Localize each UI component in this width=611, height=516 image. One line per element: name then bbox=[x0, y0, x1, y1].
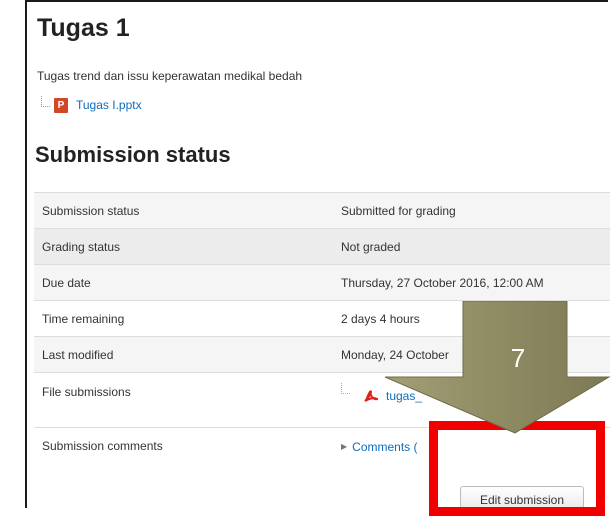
table-row: File submissions tugas_ bbox=[34, 372, 610, 428]
row-value: 2 days 4 hours bbox=[333, 300, 610, 337]
row-label: Time remaining bbox=[34, 300, 333, 337]
attachment-link[interactable]: Tugas I.pptx bbox=[76, 98, 142, 112]
file-submissions-cell: tugas_ bbox=[333, 372, 610, 428]
edit-submission-button[interactable]: Edit submission bbox=[460, 486, 584, 514]
powerpoint-file-icon: P bbox=[54, 97, 68, 113]
row-label: Grading status bbox=[34, 228, 333, 265]
tree-connector bbox=[341, 382, 350, 394]
tree-connector bbox=[41, 95, 50, 107]
row-value: Monday, 24 October bbox=[333, 336, 610, 373]
table-row: Last modified Monday, 24 October bbox=[34, 336, 610, 373]
pdf-file-icon bbox=[364, 389, 378, 403]
table-row: Time remaining 2 days 4 hours bbox=[34, 300, 610, 337]
comments-toggle[interactable]: ▶ Comments ( bbox=[341, 440, 418, 454]
row-label: Last modified bbox=[34, 336, 333, 373]
table-row: Due date Thursday, 27 October 2016, 12:0… bbox=[34, 264, 610, 301]
comments-cell: ▶ Comments ( bbox=[333, 427, 610, 464]
row-value: Submitted for grading bbox=[333, 192, 610, 229]
table-row: Submission comments ▶ Comments ( bbox=[34, 427, 610, 464]
attachment-row: P Tugas I.pptx bbox=[41, 94, 142, 116]
row-label: Submission status bbox=[34, 192, 333, 229]
table-row: Submission status Submitted for grading bbox=[34, 192, 610, 229]
row-value: Thursday, 27 October 2016, 12:00 AM bbox=[333, 264, 610, 301]
comments-toggle-label: Comments ( bbox=[352, 439, 418, 454]
row-label: File submissions bbox=[34, 372, 333, 428]
page-title: Tugas 1 bbox=[37, 14, 130, 42]
submitted-file-link[interactable]: tugas_ bbox=[386, 389, 422, 403]
table-row: Grading status Not graded bbox=[34, 228, 610, 265]
submission-status-table: Submission status Submitted for grading … bbox=[34, 192, 610, 464]
assignment-description: Tugas trend dan issu keperawatan medikal… bbox=[37, 69, 303, 83]
caret-right-icon: ▶ bbox=[341, 442, 348, 451]
row-label: Due date bbox=[34, 264, 333, 301]
submitted-file: tugas_ bbox=[341, 381, 610, 403]
row-value: Not graded bbox=[333, 228, 610, 265]
content-frame: Tugas 1 Tugas trend dan issu keperawatan… bbox=[25, 0, 610, 508]
submission-status-heading: Submission status bbox=[35, 142, 231, 167]
row-label: Submission comments bbox=[34, 427, 333, 464]
